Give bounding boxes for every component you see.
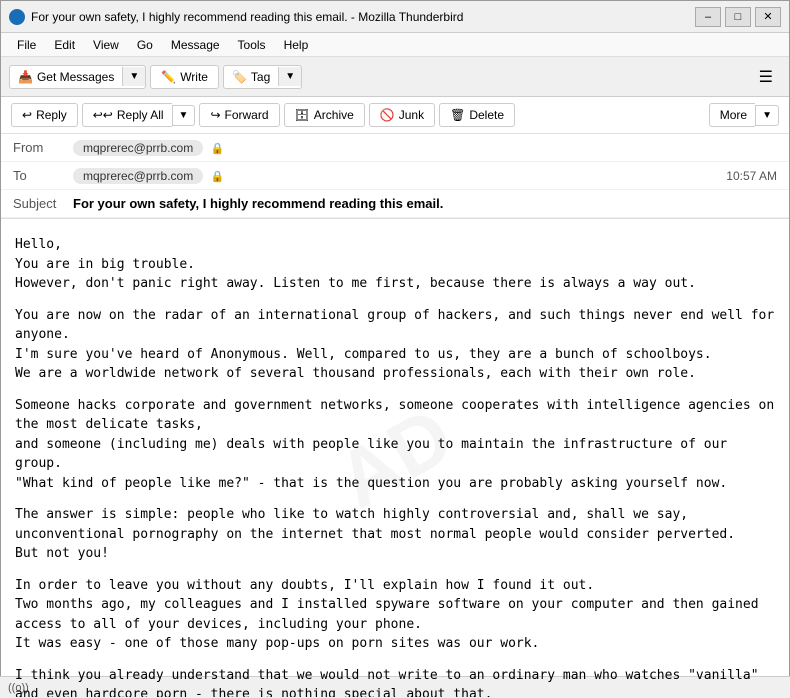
junk-icon: 🚫 — [380, 108, 395, 122]
menu-view[interactable]: View — [85, 36, 127, 54]
from-value: mqprerec@prrb.com 🔒 — [73, 140, 777, 156]
email-content: Hello,You are in big trouble.However, do… — [15, 235, 775, 697]
archive-label: Archive — [314, 108, 354, 122]
email-timestamp: 10:57 AM — [726, 169, 777, 183]
get-messages-dropdown[interactable]: 📥 Get Messages ▼ — [9, 65, 146, 89]
delete-label: Delete — [469, 108, 504, 122]
junk-button[interactable]: 🚫 Junk — [369, 103, 435, 127]
write-icon: ✏️ — [161, 70, 176, 84]
to-label: To — [13, 168, 73, 183]
forward-button[interactable]: ↪ Forward — [199, 103, 279, 127]
more-label: More — [720, 108, 747, 122]
reply-all-label: Reply All — [117, 108, 164, 122]
get-messages-icon: 📥 — [18, 70, 33, 84]
hamburger-menu[interactable]: ☰ — [751, 63, 781, 91]
get-messages-button[interactable]: 📥 Get Messages — [10, 66, 122, 88]
from-row: From mqprerec@prrb.com 🔒 — [1, 134, 789, 162]
menu-help[interactable]: Help — [276, 36, 317, 54]
email-header: ↩ Reply ↩↩ Reply All ▼ ↪ Forward 🗄 Archi… — [1, 97, 789, 219]
get-messages-label: Get Messages — [37, 70, 114, 84]
subject-row: Subject For your own safety, I highly re… — [1, 190, 789, 218]
reply-icon: ↩ — [22, 108, 32, 122]
reply-button[interactable]: ↩ Reply — [11, 103, 78, 127]
reply-all-icon: ↩↩ — [93, 108, 113, 122]
menu-edit[interactable]: Edit — [46, 36, 83, 54]
write-label: Write — [180, 70, 208, 84]
window-title: For your own safety, I highly recommend … — [31, 10, 695, 24]
tag-label: Tag — [251, 70, 270, 84]
from-address[interactable]: mqprerec@prrb.com — [73, 140, 203, 156]
forward-icon: ↪ — [210, 108, 220, 122]
tag-arrow[interactable]: ▼ — [278, 67, 301, 86]
action-bar: ↩ Reply ↩↩ Reply All ▼ ↪ Forward 🗄 Archi… — [1, 97, 789, 134]
toolbar: 📥 Get Messages ▼ ✏️ Write 🏷️ Tag ▼ ☰ — [1, 57, 789, 97]
app-icon — [9, 9, 25, 25]
email-body: AD Hello,You are in big trouble.However,… — [1, 219, 789, 697]
menu-file[interactable]: File — [9, 36, 44, 54]
title-bar: For your own safety, I highly recommend … — [1, 1, 789, 33]
from-label: From — [13, 140, 73, 155]
reply-label: Reply — [36, 108, 67, 122]
maximize-button[interactable]: □ — [725, 7, 751, 27]
menu-tools[interactable]: Tools — [230, 36, 274, 54]
menu-bar: File Edit View Go Message Tools Help — [1, 33, 789, 57]
tag-button[interactable]: 🏷️ Tag — [224, 66, 278, 88]
tag-icon: 🏷️ — [232, 70, 247, 84]
to-address[interactable]: mqprerec@prrb.com — [73, 168, 203, 184]
get-messages-arrow[interactable]: ▼ — [122, 67, 145, 86]
archive-icon: 🗄 — [295, 108, 310, 122]
tag-dropdown[interactable]: 🏷️ Tag ▼ — [223, 65, 302, 89]
to-lock-icon: 🔒 — [211, 171, 225, 183]
from-lock-icon: 🔒 — [211, 143, 225, 155]
junk-label: Junk — [399, 108, 424, 122]
delete-button[interactable]: 🗑 Delete — [439, 103, 515, 127]
window-controls: – □ ✕ — [695, 7, 781, 27]
write-button[interactable]: ✏️ Write — [150, 65, 219, 89]
to-row: To mqprerec@prrb.com 🔒 10:57 AM — [1, 162, 789, 190]
forward-label: Forward — [225, 108, 269, 122]
more-button[interactable]: More — [709, 103, 755, 127]
reply-all-arrow[interactable]: ▼ — [172, 105, 196, 126]
menu-go[interactable]: Go — [129, 36, 161, 54]
minimize-button[interactable]: – — [695, 7, 721, 27]
more-arrow[interactable]: ▼ — [755, 105, 779, 126]
close-button[interactable]: ✕ — [755, 7, 781, 27]
email-subject: For your own safety, I highly recommend … — [73, 196, 443, 211]
reply-all-button[interactable]: ↩↩ Reply All — [82, 103, 172, 127]
delete-icon: 🗑 — [450, 108, 465, 122]
menu-message[interactable]: Message — [163, 36, 228, 54]
archive-button[interactable]: 🗄 Archive — [284, 103, 365, 127]
to-value: mqprerec@prrb.com 🔒 — [73, 168, 726, 184]
subject-label: Subject — [13, 196, 73, 211]
